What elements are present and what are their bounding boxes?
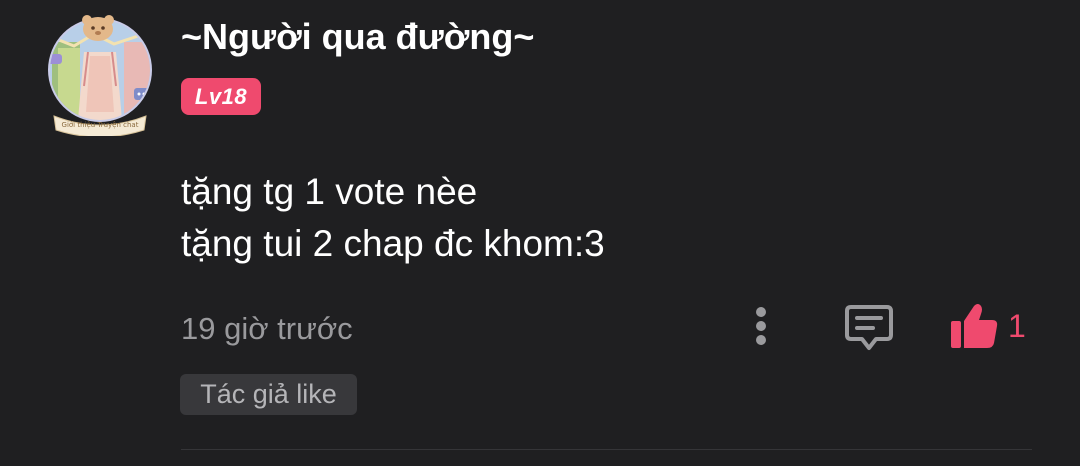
comment-timestamp: 19 giờ trước [181,311,353,346]
level-badge-label: Lv18 [194,83,248,109]
username[interactable]: ~Người qua đường~ [181,16,534,58]
reply-button[interactable] [843,302,895,352]
author-like-badge: Tác giả like [180,374,357,415]
comment-icon [845,305,893,350]
more-vertical-icon [756,307,766,345]
like-count: 1 [1008,307,1026,344]
comment-line: tặng tg 1 vote nèe [181,171,478,212]
thumbs-up-icon [951,304,998,348]
avatar-caption: Giới thiệu Truyện chat [62,121,139,129]
more-options-button[interactable] [744,304,778,348]
user-avatar[interactable]: Giới thiệu Truyện chat [44,12,156,138]
level-badge: Lv18 [181,78,261,115]
divider [181,449,1032,450]
avatar-image: Giới thiệu Truyện chat [48,15,152,138]
like-button[interactable]: 1 [948,298,1038,354]
comment-text: tặng tg 1 vote nèe tặng tui 2 chap đc kh… [181,166,605,270]
comment-line: tặng tui 2 chap đc khom:3 [181,223,605,264]
author-like-label: Tác giả like [200,379,337,409]
